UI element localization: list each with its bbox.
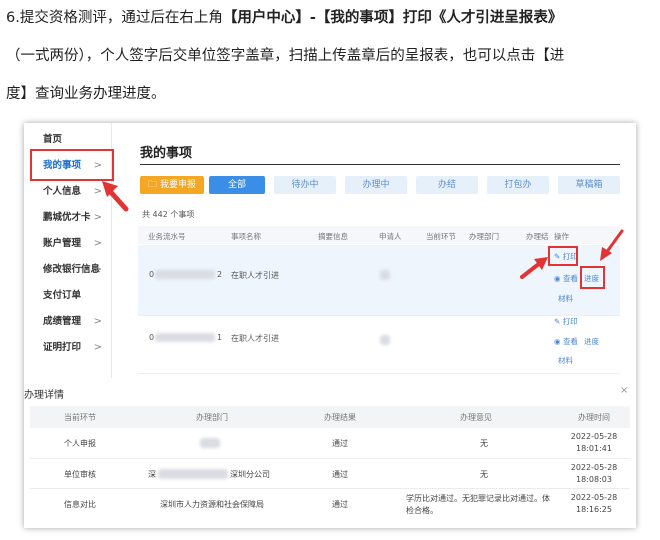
sidebar-item-orders[interactable]: 支付订单 bbox=[24, 283, 112, 309]
highlight-box-print bbox=[548, 246, 578, 266]
dept-prefix: 深 bbox=[148, 470, 156, 479]
column-header: 办理部门 bbox=[196, 413, 228, 422]
chevron-right-icon: > bbox=[93, 264, 102, 275]
instruction-line-3: 度】查询业务办理进度。 bbox=[6, 86, 166, 102]
step-cell: 信息对比 bbox=[64, 500, 96, 509]
serial-suffix: 2 bbox=[217, 270, 223, 279]
sidebar-item-account[interactable]: 账户管理 > bbox=[24, 231, 112, 257]
time-cell: 2022-05-28 18:08:03 bbox=[570, 463, 618, 484]
instruction-line-2: （一式两份），个人签字后交单位签字盖章，扫描上传盖章后的呈报表，也可以点击【进 bbox=[6, 48, 565, 64]
redacted-applicant bbox=[380, 335, 390, 345]
chevron-right-icon: > bbox=[93, 316, 102, 327]
print-button[interactable]: ✎ 打印 bbox=[554, 316, 578, 327]
materials-button[interactable]: 材料 bbox=[558, 293, 573, 304]
materials-button[interactable]: 材料 bbox=[558, 355, 573, 366]
serial-suffix: 1 bbox=[217, 333, 223, 342]
time-cell: 2022-05-28 18:01:41 bbox=[570, 432, 618, 453]
highlight-box-progress bbox=[580, 266, 605, 289]
item-name: 在职人才引进 bbox=[231, 334, 279, 343]
column-header: 申请人 bbox=[379, 232, 402, 241]
dept-cell: 深圳市人力资源和社会保障局 bbox=[160, 500, 264, 509]
step-cell: 单位审核 bbox=[64, 470, 96, 479]
sidebar-item-certificate-print[interactable]: 证明打印 > bbox=[24, 335, 112, 361]
chevron-right-icon: > bbox=[93, 238, 102, 249]
tab-pending[interactable]: 待办中 bbox=[274, 176, 336, 194]
redacted-serial bbox=[155, 333, 215, 342]
screenshot-panel: 首页 我的事项 > 个人信息 > 鹏城优才卡 > 账户管理 > 修改银行信息 > 支付订单… bbox=[24, 123, 636, 528]
sidebar-item-bank-info[interactable]: 修改银行信息 > bbox=[24, 257, 112, 283]
dept-suffix: 深圳分公司 bbox=[230, 470, 270, 479]
column-header: 当前环节 bbox=[64, 413, 96, 422]
row-divider bbox=[30, 488, 630, 489]
step-cell: 个人申报 bbox=[64, 439, 96, 448]
opinion-cell: 无 bbox=[480, 439, 488, 448]
serial-prefix: 0 bbox=[149, 333, 155, 342]
row-divider bbox=[30, 458, 630, 459]
page-title: 我的事项 bbox=[140, 146, 193, 161]
instruction-line-1: 6.提交资格测评，通过后在右上角【用户中心】-【我的事项】打印《人才引进呈报表》 bbox=[6, 10, 563, 26]
tab-processing[interactable]: 办理中 bbox=[345, 176, 407, 194]
title-divider bbox=[140, 164, 620, 165]
item-name: 在职人才引进 bbox=[231, 271, 279, 280]
tab-package[interactable]: 打包办 bbox=[487, 176, 549, 194]
column-header: 办理意见 bbox=[460, 413, 492, 422]
redacted-applicant bbox=[380, 270, 390, 280]
declare-button[interactable]: 🗀 我要申报 bbox=[140, 176, 204, 194]
view-button[interactable]: ◉ 查看 bbox=[554, 273, 578, 284]
details-title: 办理详情 bbox=[24, 390, 64, 401]
time-cell: 2022-05-28 18:16:25 bbox=[570, 493, 618, 514]
result-cell: 通过 bbox=[332, 470, 348, 479]
column-header: 办理部门 bbox=[469, 232, 499, 241]
row-divider bbox=[138, 373, 620, 374]
column-header: 办理结果 bbox=[324, 413, 356, 422]
column-header: 操作 bbox=[554, 232, 569, 241]
instruction-bold-menu: 【用户中心】-【我的事项】 bbox=[222, 10, 403, 26]
red-arrow-icon bbox=[102, 181, 129, 212]
serial-prefix: 0 bbox=[149, 270, 155, 279]
folder-icon: 🗀 bbox=[148, 180, 158, 190]
red-arrow-icon bbox=[520, 257, 548, 279]
column-header: 办理结 bbox=[526, 232, 549, 241]
tab-all[interactable]: 全部 bbox=[209, 176, 265, 194]
close-icon[interactable]: × bbox=[620, 385, 628, 396]
opinion-cell: 学历比对通过。无犯罪记录比对通过。体检合格。 bbox=[406, 494, 550, 515]
item-count: 共 442 个事项 bbox=[142, 210, 195, 219]
opinion-cell: 无 bbox=[480, 470, 488, 479]
column-header: 摘要信息 bbox=[318, 232, 348, 241]
eye-icon: ◉ bbox=[554, 337, 561, 346]
redacted-serial bbox=[155, 270, 215, 279]
edit-icon: ✎ bbox=[554, 317, 561, 326]
column-header: 当前环节 bbox=[426, 232, 456, 241]
eye-icon: ◉ bbox=[554, 274, 561, 283]
sidebar-item-scores[interactable]: 成绩管理 > bbox=[24, 309, 112, 335]
redacted-dept bbox=[158, 469, 228, 479]
redacted-dept bbox=[200, 438, 220, 448]
red-arrow-icon bbox=[600, 229, 624, 261]
result-cell: 通过 bbox=[332, 500, 348, 509]
tab-completed[interactable]: 办结 bbox=[416, 176, 478, 194]
instruction-bold-print: 打印《人才引进呈报表》 bbox=[402, 10, 563, 26]
result-cell: 通过 bbox=[332, 439, 348, 448]
tab-drafts[interactable]: 草稿箱 bbox=[558, 176, 620, 194]
chevron-right-icon: > bbox=[93, 342, 102, 353]
column-header: 办理时间 bbox=[578, 413, 610, 422]
row-divider bbox=[138, 315, 620, 316]
progress-button[interactable]: 进度 bbox=[584, 336, 599, 347]
column-header: 事项名称 bbox=[231, 232, 261, 241]
view-button[interactable]: ◉ 查看 bbox=[554, 336, 578, 347]
column-header: 业务流水号 bbox=[148, 232, 186, 241]
